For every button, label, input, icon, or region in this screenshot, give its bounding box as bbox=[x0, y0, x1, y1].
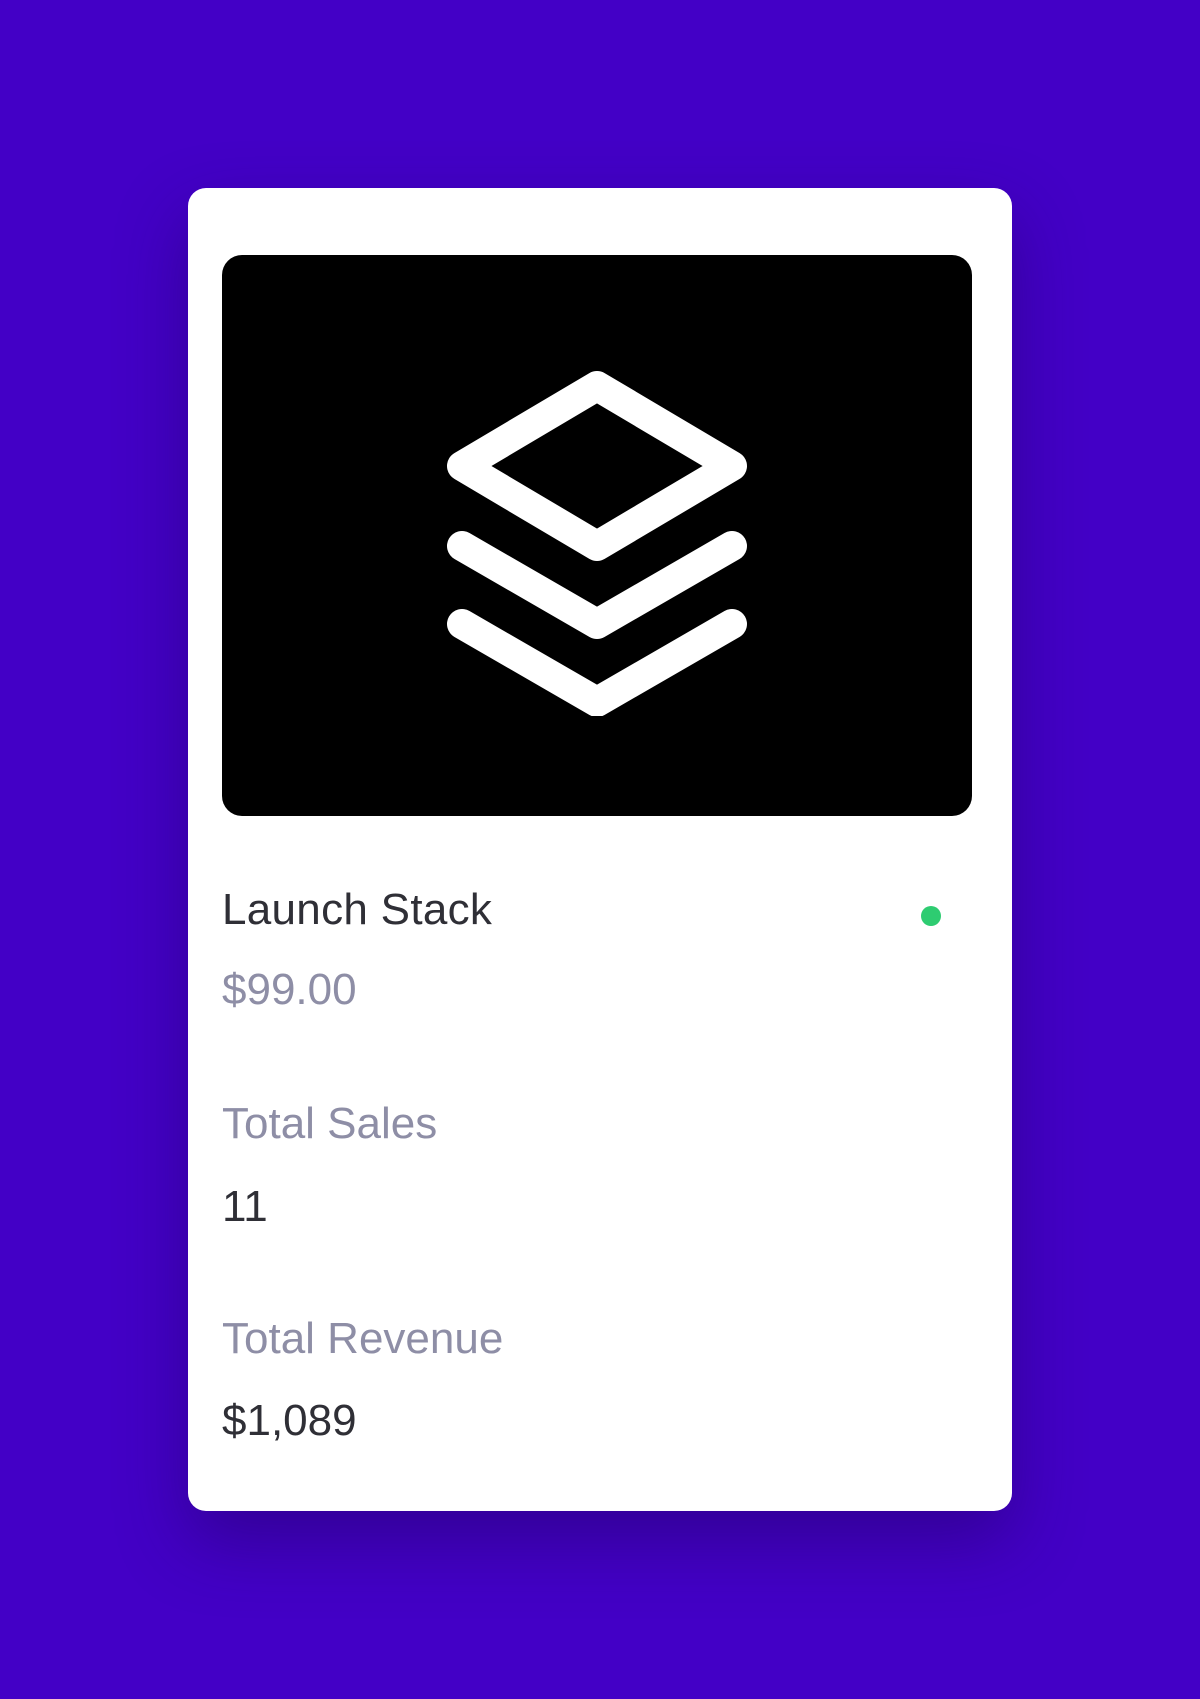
total-sales-value: 11 bbox=[222, 1182, 268, 1231]
total-sales-label: Total Sales bbox=[222, 1099, 438, 1148]
product-card[interactable]: Launch Stack $99.00 Total Sales 11 Total… bbox=[188, 188, 1012, 1511]
total-revenue-value: $1,089 bbox=[222, 1396, 357, 1445]
product-title[interactable]: Launch Stack bbox=[222, 884, 492, 936]
product-price: $99.00 bbox=[222, 965, 357, 1014]
total-revenue-label: Total Revenue bbox=[222, 1314, 504, 1363]
layers-icon bbox=[447, 370, 747, 716]
product-thumbnail bbox=[222, 255, 972, 816]
status-indicator bbox=[921, 906, 941, 926]
